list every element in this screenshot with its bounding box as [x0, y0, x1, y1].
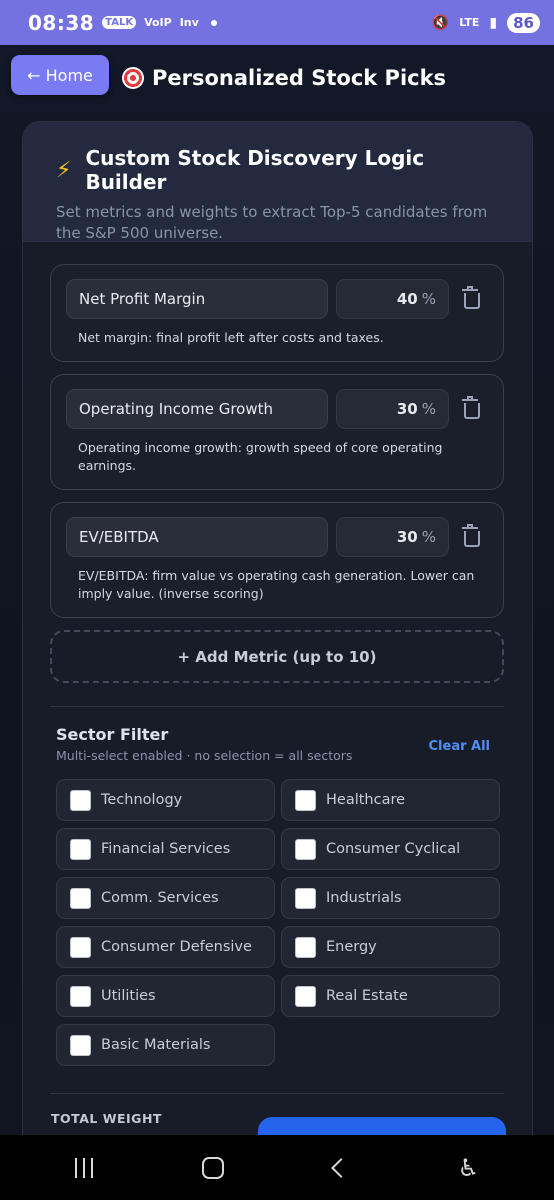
sector-label: Healthcare [326, 792, 406, 808]
sector-label: Real Estate [326, 988, 408, 1004]
sector-option-utilities[interactable]: Utilities [56, 975, 275, 1017]
weight-value: 40 [396, 290, 418, 308]
sector-label: Financial Services [101, 841, 231, 857]
checkbox[interactable] [70, 985, 91, 1007]
card-title-text: Custom Stock Discovery Logic Builder [85, 146, 425, 194]
sector-label: Consumer Defensive [101, 939, 252, 955]
total-weight-label: TOTAL WEIGHT [51, 1111, 162, 1126]
sector-filter: Sector Filter Multi-select enabled · no … [50, 707, 504, 1066]
checkbox[interactable] [295, 985, 316, 1007]
sector-option-real-estate[interactable]: Real Estate [281, 975, 500, 1017]
signal-icon: ▮ [489, 14, 498, 31]
trash-icon[interactable] [461, 524, 480, 547]
weight-unit: % [421, 400, 436, 418]
home-button[interactable]: ← Home [11, 55, 109, 95]
lightning-icon: ⚡ [56, 157, 72, 183]
home-nav-icon[interactable] [202, 1156, 225, 1179]
metric-name-input[interactable]: EV/EBITDA [66, 517, 328, 557]
mute-icon: 🔇 [431, 14, 450, 31]
card-subtitle: Set metrics and weights to extract Top-5… [56, 203, 488, 242]
metric-name-input[interactable]: Net Profit Margin [66, 279, 328, 319]
checkbox[interactable] [295, 789, 316, 811]
sector-option-technology[interactable]: Technology [56, 779, 275, 821]
sector-option-basic-materials[interactable]: Basic Materials [56, 1024, 275, 1066]
add-metric-button[interactable]: + Add Metric (up to 10) [50, 630, 504, 683]
status-time: 08:38 [28, 10, 95, 35]
more-notifications-icon [210, 19, 217, 26]
metric-card: Net Profit Margin 40 % Net margin: final… [50, 264, 504, 362]
divider [50, 1093, 504, 1094]
page-title-text: Personalized Stock Picks [152, 66, 447, 90]
sector-option-consumer-defensive[interactable]: Consumer Defensive [56, 926, 275, 968]
card-header: ⚡ Custom Stock Discovery Logic Builder S… [23, 122, 532, 242]
sector-label: Utilities [101, 988, 156, 1004]
inv-notification-icon: Inv [179, 16, 199, 29]
accessibility-icon[interactable]: ♿ [458, 1154, 480, 1182]
status-bar: 08:38 TALK VoIP Inv 🔇 LTE ▮ 86 [0, 0, 554, 45]
metric-card: Operating Income Growth 30 % Operating i… [50, 374, 504, 490]
metric-name-input[interactable]: Operating Income Growth [66, 389, 328, 429]
weight-unit: % [421, 290, 436, 308]
trash-icon[interactable] [461, 286, 480, 309]
metric-weight-input[interactable]: 30 % [336, 389, 449, 429]
sector-option-industrials[interactable]: Industrials [281, 877, 500, 919]
checkbox[interactable] [295, 887, 316, 909]
system-nav-bar: ♿ [0, 1135, 554, 1200]
weight-unit: % [421, 528, 436, 546]
sector-label: Comm. Services [101, 890, 219, 906]
metric-weight-input[interactable]: 30 % [336, 517, 449, 557]
sector-grid: Technology Healthcare Financial Services… [56, 779, 504, 1066]
checkbox[interactable] [70, 936, 91, 958]
metric-description: EV/EBITDA: firm value vs operating cash … [78, 568, 475, 601]
page-title: Personalized Stock Picks [122, 66, 446, 90]
sector-option-energy[interactable]: Energy [281, 926, 500, 968]
sector-option-comm-services[interactable]: Comm. Services [56, 877, 275, 919]
weight-value: 30 [396, 528, 418, 546]
metric-weight-input[interactable]: 40 % [336, 279, 449, 319]
metric-card: EV/EBITDA 30 % EV/EBITDA: firm value vs … [50, 502, 504, 618]
target-icon [122, 67, 144, 89]
sector-label: Technology [101, 792, 183, 808]
battery-level: 86 [507, 12, 540, 33]
sector-option-financial-services[interactable]: Financial Services [56, 828, 275, 870]
back-icon[interactable] [331, 1157, 351, 1178]
sector-option-healthcare[interactable]: Healthcare [281, 779, 500, 821]
sector-label: Energy [326, 939, 377, 955]
sector-option-consumer-cyclical[interactable]: Consumer Cyclical [281, 828, 500, 870]
checkbox[interactable] [70, 789, 91, 811]
checkbox[interactable] [295, 838, 316, 860]
metric-description: Operating income growth: growth speed of… [78, 440, 443, 473]
metric-description: Net margin: final profit left after cost… [78, 330, 384, 345]
network-type: LTE [459, 16, 480, 29]
checkbox[interactable] [70, 838, 91, 860]
checkbox[interactable] [70, 887, 91, 909]
recent-apps-icon[interactable] [74, 1157, 93, 1178]
sector-label: Consumer Cyclical [326, 841, 461, 857]
voip-notification-icon: VoIP [144, 16, 172, 29]
logic-builder-card: ⚡ Custom Stock Discovery Logic Builder S… [22, 121, 533, 1181]
sector-label: Industrials [326, 890, 402, 906]
sector-label: Basic Materials [101, 1037, 211, 1053]
clear-all-button[interactable]: Clear All [429, 739, 491, 754]
card-title: ⚡ Custom Stock Discovery Logic Builder [56, 146, 502, 194]
checkbox[interactable] [295, 936, 316, 958]
weight-value: 30 [396, 400, 418, 418]
metric-list: Net Profit Margin 40 % Net margin: final… [23, 242, 532, 1094]
talk-notification-icon: TALK [102, 16, 137, 29]
checkbox[interactable] [70, 1034, 91, 1056]
trash-icon[interactable] [461, 396, 480, 419]
